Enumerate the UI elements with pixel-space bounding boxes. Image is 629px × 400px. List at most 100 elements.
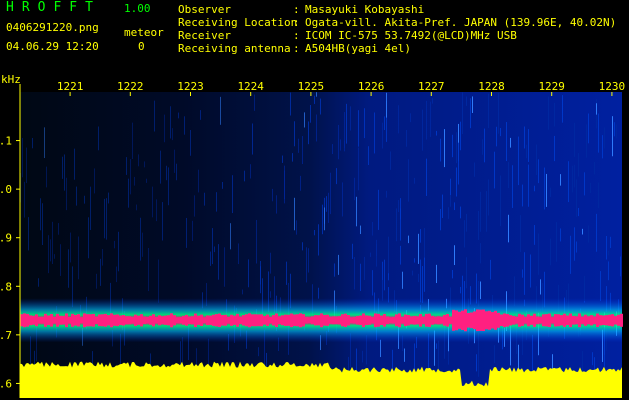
noise-streak [158,259,159,303]
noise-streak [44,127,45,159]
noise-streak [106,198,107,240]
noise-streak [588,113,589,144]
noise-streak [140,217,141,261]
noise-streak [550,187,551,197]
band-core [266,314,269,327]
band-core [272,315,275,326]
band-core [446,313,449,327]
noise-streak [382,280,383,301]
noise-streak [314,229,315,236]
x-tick-label: 1229 [538,80,565,93]
noise-streak [382,122,383,149]
noise-streak [22,137,23,178]
band-core [377,313,380,327]
noise-streak [368,146,369,165]
noise-streak [108,192,109,204]
noise-streak [494,345,495,364]
noise-streak [244,170,245,182]
noise-streak [412,270,413,276]
noise-streak [496,126,497,147]
noise-streak [132,122,133,160]
noise-streak [338,254,339,275]
noise-streak [32,137,33,149]
band-core [434,316,437,324]
noise-streak [578,153,579,177]
noise-streak [460,286,461,294]
noise-streak [574,164,575,188]
band-core [104,313,107,327]
band-core [614,316,617,325]
noise-streak [154,100,155,132]
spectrogram: 0.6 0.7 0.8 0.9 1.0 1.1 1221 1222 1223 1224 1225 12… [0,80,625,398]
noise-streak [400,245,401,265]
band-core [86,314,89,327]
noise-streak [508,162,509,189]
noise-streak [152,186,153,218]
band-core [365,315,368,326]
band-core [281,315,284,326]
noise-streak [576,179,577,217]
noise-streak [530,254,531,288]
band-core [44,313,47,327]
noise-streak [314,95,315,104]
y-tick-label: 0.7 [0,329,12,342]
noise-streak [362,350,363,363]
noise-streak [92,351,93,366]
band-core [194,313,197,328]
y-tick-label: 1.0 [0,183,12,196]
noise-streak [534,185,535,192]
noise-streak [380,339,381,358]
noise-streak [194,195,195,217]
noise-streak [440,208,441,231]
band-core [356,316,359,325]
noise-streak [466,96,467,106]
band-core [539,317,542,324]
noise-streak [536,144,537,175]
band-core [110,313,113,328]
band-core [485,311,488,330]
noise-streak [340,139,341,151]
noise-streak [444,129,445,168]
noise-streak [308,248,309,273]
noise-streak [574,227,575,261]
noise-streak [414,258,415,263]
noise-streak [214,246,215,253]
noise-streak [302,136,303,165]
band-core [416,316,419,325]
band-core [473,311,476,330]
band-core [611,314,614,327]
noise-streak [144,161,145,168]
band-core [335,316,338,325]
noise-streak [500,207,501,227]
band-core [287,314,290,326]
band-core [29,315,32,326]
band-core [167,315,170,326]
noise-streak [604,127,605,149]
noise-streak [454,245,455,266]
noise-streak [308,121,309,145]
noise-streak [88,217,89,259]
noise-streak [358,147,359,191]
noise-streak [490,259,491,280]
noise-streak [534,225,535,245]
noise-streak [242,289,243,295]
band-core [107,315,110,326]
noise-streak [598,182,599,209]
noise-streak [376,239,377,267]
noise-streak [286,261,287,285]
band-core [290,313,293,328]
band-core [278,316,281,325]
noise-streak [328,192,329,223]
noise-streak [60,244,61,276]
band-core [380,315,383,325]
noise-streak [136,204,137,211]
band-core [263,316,266,325]
noise-streak [602,135,603,159]
noise-streak [414,177,415,184]
band-core [206,315,209,326]
noise-streak [422,109,423,151]
noise-streak [232,175,233,214]
noise-streak [398,200,399,213]
noise-streak [142,232,143,257]
noise-streak [506,122,507,162]
